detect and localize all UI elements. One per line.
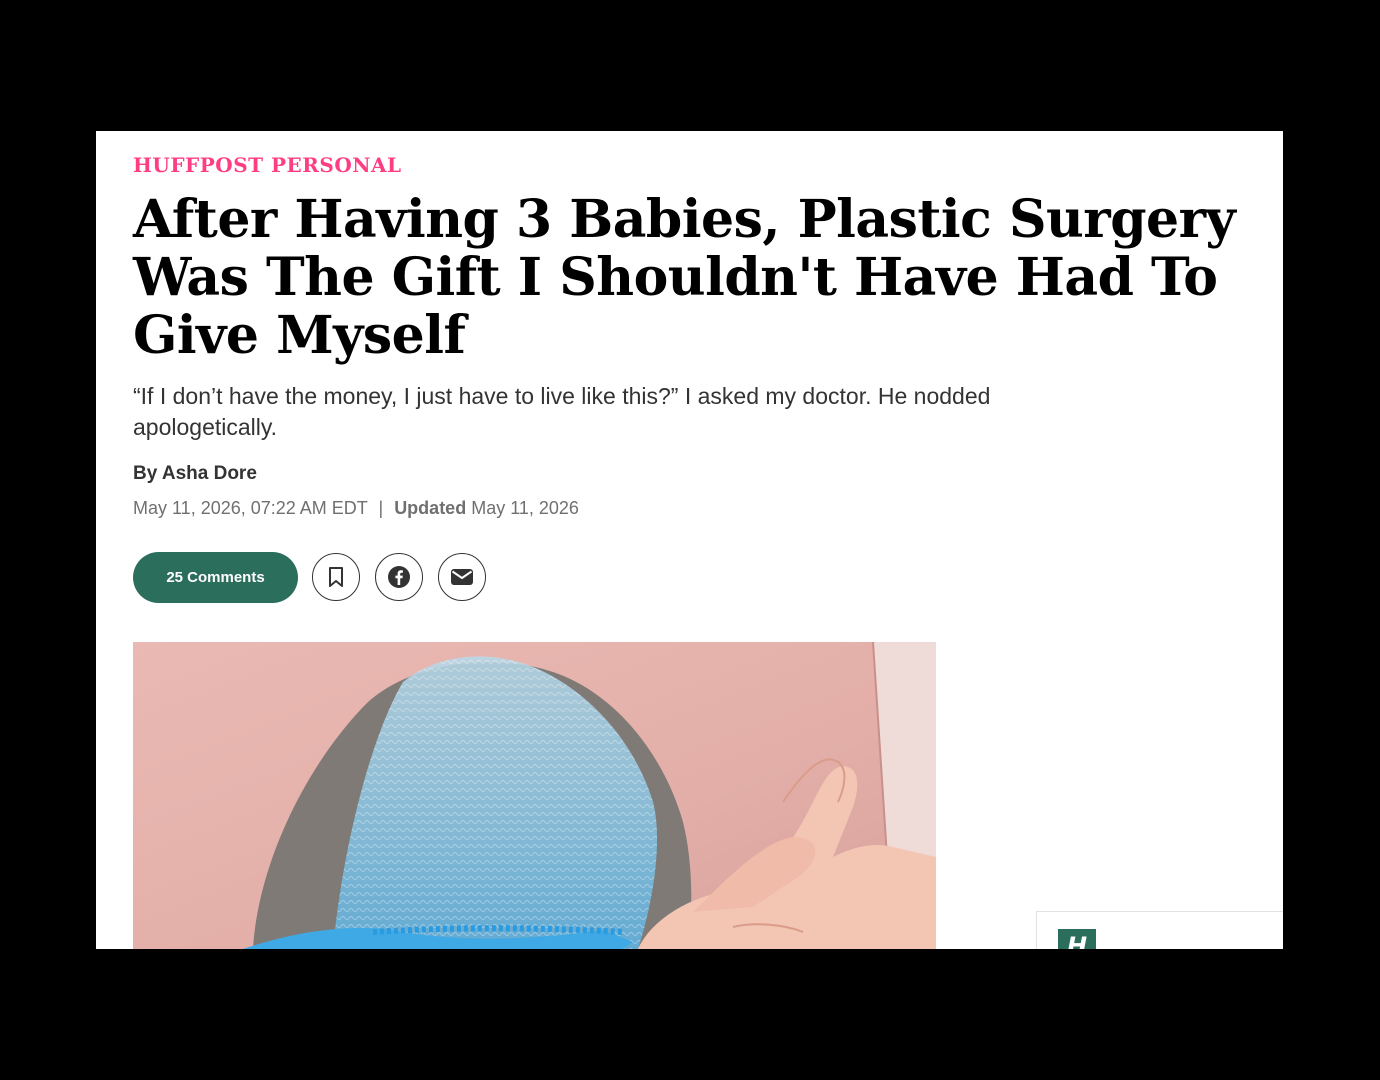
published-date: May 11, 2026, 07:22 AM EDT bbox=[133, 498, 368, 518]
article-headline: After Having 3 Babies, Plastic Surgery W… bbox=[133, 189, 1236, 366]
bookmark-button[interactable] bbox=[312, 553, 360, 601]
article-dek: “If I don’t have the money, I just have … bbox=[133, 383, 991, 440]
facebook-icon bbox=[388, 566, 410, 588]
facebook-share-button[interactable] bbox=[375, 553, 423, 601]
article-timestamp: May 11, 2026, 07:22 AM EDT | Updated May… bbox=[133, 498, 579, 519]
hero-image bbox=[133, 642, 936, 949]
sidebar-widget: H bbox=[1036, 911, 1283, 949]
author-byline[interactable]: By Asha Dore bbox=[133, 463, 257, 485]
article-page: HUFFPOST PERSONAL After Having 3 Babies,… bbox=[96, 131, 1283, 949]
email-share-button[interactable] bbox=[438, 553, 486, 601]
section-label[interactable]: HUFFPOST PERSONAL bbox=[133, 153, 402, 177]
email-icon bbox=[451, 569, 473, 585]
share-bar: 25 Comments bbox=[133, 551, 486, 603]
updated-label: Updated bbox=[394, 498, 467, 518]
comments-button[interactable]: 25 Comments bbox=[133, 551, 298, 603]
timestamp-separator: | bbox=[378, 498, 384, 518]
huffpost-logo: H bbox=[1058, 929, 1096, 949]
hero-photo bbox=[133, 642, 936, 949]
updated-date: May 11, 2026 bbox=[471, 498, 579, 518]
bookmark-icon bbox=[329, 567, 343, 587]
